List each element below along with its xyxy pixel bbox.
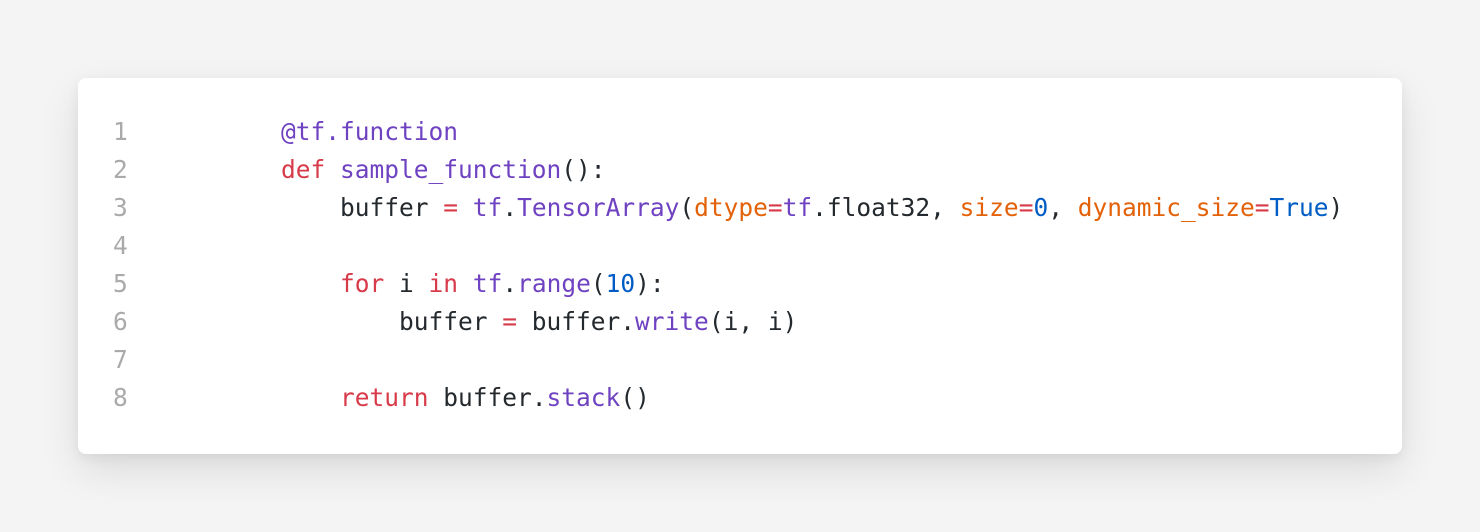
code-block: 1 @tf.function 2 def sample_function(): … <box>0 113 1343 417</box>
code-line: 7 <box>0 341 1343 379</box>
code-token-plain: . <box>502 269 518 298</box>
code-token-mod: tf <box>782 193 813 222</box>
line-number: 2 <box>0 151 244 189</box>
code-token-num: 0 <box>1033 193 1049 222</box>
code-token-mod: tf <box>472 269 503 298</box>
line-number: 4 <box>0 227 244 265</box>
code-token-kw: for <box>340 269 385 298</box>
code-token-num: 10 <box>605 269 636 298</box>
code-token-plain: ): <box>635 269 665 298</box>
page: 1 @tf.function 2 def sample_function(): … <box>0 0 1480 532</box>
line-number: 1 <box>0 113 244 151</box>
code-token-kw: in <box>428 269 459 298</box>
line-number: 5 <box>0 265 244 303</box>
code-token-plain: buffer <box>281 307 503 336</box>
code-text: return buffer.stack() <box>244 379 650 417</box>
code-token-fn: write <box>635 307 709 336</box>
line-number-text: 6 <box>113 307 128 336</box>
line-number-text: 3 <box>113 193 128 222</box>
code-line: 6 buffer = buffer.write(i, i) <box>0 303 1343 341</box>
code-token-plain: i <box>384 269 429 298</box>
code-token-deco: @tf.function <box>281 117 459 146</box>
code-token-plain: .float32, <box>812 193 960 222</box>
code-token-plain: (): <box>561 155 606 184</box>
code-text: @tf.function <box>244 113 458 151</box>
code-token-plain: , <box>1048 193 1078 222</box>
line-number: 6 <box>0 303 244 341</box>
code-token-plain: ( <box>590 269 606 298</box>
code-text: buffer = buffer.write(i, i) <box>244 303 797 341</box>
code-line: 2 def sample_function(): <box>0 151 1343 189</box>
code-line: 1 @tf.function <box>0 113 1343 151</box>
code-token-const: True <box>1269 193 1329 222</box>
code-line: 5 for i in tf.range(10): <box>0 265 1343 303</box>
code-token-param: dynamic_size <box>1077 193 1255 222</box>
code-token-op: = <box>502 307 518 336</box>
line-number-text: 7 <box>113 345 128 374</box>
code-line: 8 return buffer.stack() <box>0 379 1343 417</box>
code-token-kw: def <box>281 155 326 184</box>
code-token-kw: return <box>340 383 429 412</box>
line-number: 7 <box>0 341 244 379</box>
code-token-plain: (i, i) <box>708 307 798 336</box>
code-token-plain: ) <box>1328 193 1344 222</box>
code-token-fn: sample_function <box>340 155 562 184</box>
code-token-fn: TensorArray <box>517 193 680 222</box>
code-token-param: dtype <box>694 193 768 222</box>
code-token-plain: buffer. <box>517 307 636 336</box>
line-number: 8 <box>0 379 244 417</box>
code-text: buffer = tf.TensorArray(dtype=tf.float32… <box>244 189 1343 227</box>
code-token-op: = <box>1018 193 1034 222</box>
code-token-mod: tf <box>472 193 503 222</box>
code-token-plain: ( <box>679 193 695 222</box>
code-token-plain: () <box>620 383 650 412</box>
code-token-plain: buffer. <box>428 383 547 412</box>
code-token-plain: buffer <box>281 193 444 222</box>
code-token-op: = <box>767 193 783 222</box>
code-text: for i in tf.range(10): <box>244 265 665 303</box>
code-text: def sample_function(): <box>244 151 606 189</box>
code-line: 4 <box>0 227 1343 265</box>
code-token-plain: . <box>502 193 518 222</box>
code-token-param: size <box>959 193 1019 222</box>
line-number-text: 8 <box>113 383 128 412</box>
code-token-fn: stack <box>546 383 621 412</box>
code-token-op: = <box>1254 193 1270 222</box>
line-number-text: 2 <box>113 155 128 184</box>
code-token-op: = <box>443 193 459 222</box>
line-number-text: 5 <box>113 269 128 298</box>
code-token-fn: range <box>517 269 591 298</box>
line-number: 3 <box>0 189 244 227</box>
code-line: 3 buffer = tf.TensorArray(dtype=tf.float… <box>0 189 1343 227</box>
line-number-text: 1 <box>113 117 128 146</box>
line-number-text: 4 <box>113 231 128 260</box>
